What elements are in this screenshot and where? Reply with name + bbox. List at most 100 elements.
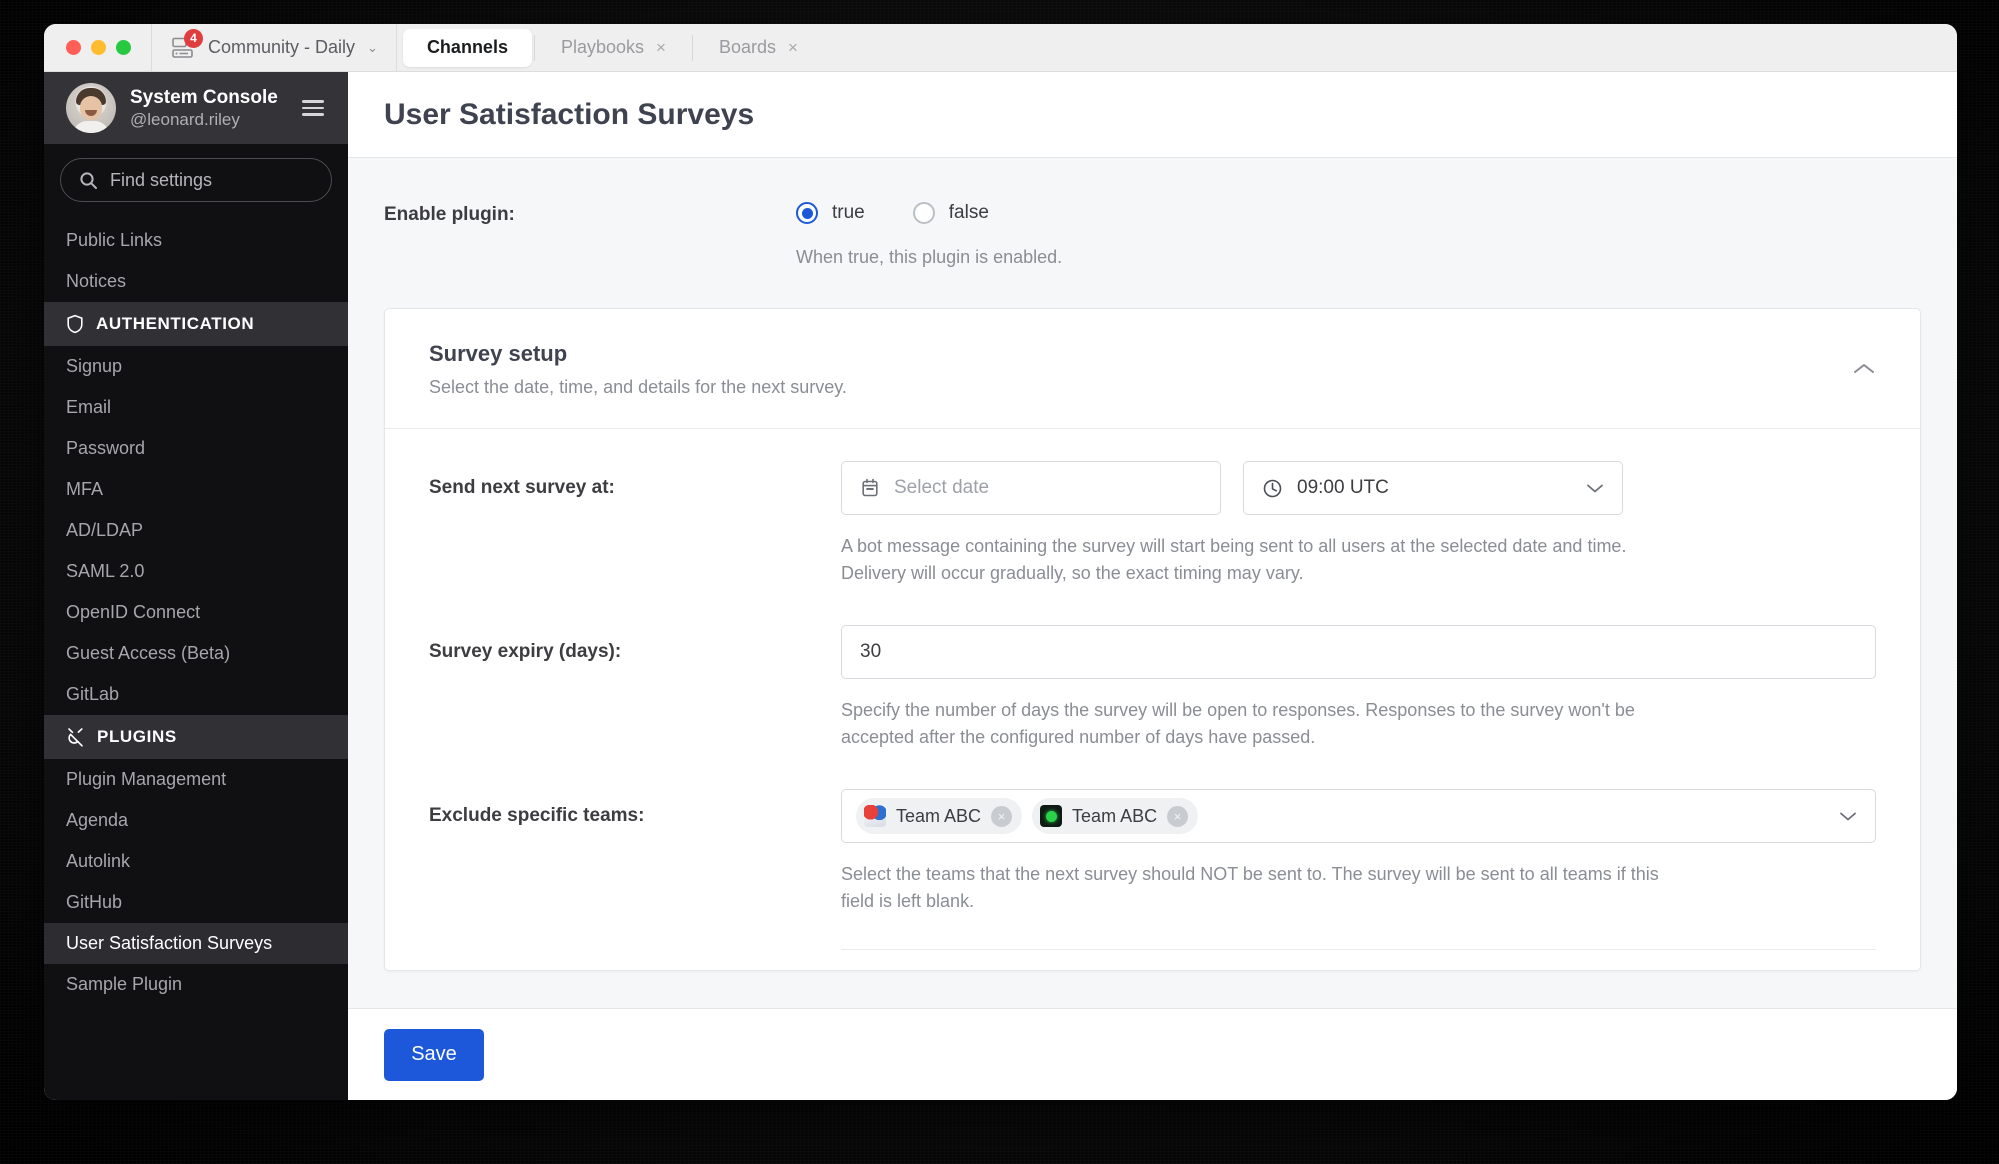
survey-setup-title: Survey setup bbox=[429, 341, 568, 367]
sidebar-item-notices[interactable]: Notices bbox=[44, 261, 348, 302]
save-button[interactable]: Save bbox=[384, 1028, 484, 1081]
enable-plugin-radio-true[interactable]: true bbox=[796, 202, 865, 224]
sidebar-item-agenda[interactable]: Agenda bbox=[44, 800, 348, 841]
sidebar-item-ad-ldap[interactable]: AD/LDAP bbox=[44, 510, 348, 551]
tab-label: Channels bbox=[426, 37, 508, 57]
survey-date-input[interactable]: Select date bbox=[841, 461, 1221, 516]
sidebar-item-mfa[interactable]: MFA bbox=[44, 469, 348, 510]
exclude-teams-row: Exclude specific teams: Team ABC × Team … bbox=[429, 789, 1876, 960]
survey-setup-card: Survey setup Select the date, time, and … bbox=[384, 308, 1921, 972]
sidebar-user-text: System Console @leonard.riley bbox=[130, 86, 282, 131]
sidebar-item-label: AD/LDAP bbox=[66, 520, 144, 540]
sidebar-item-label: Agenda bbox=[66, 810, 129, 830]
survey-expiry-field: 30 Specify the number of days the survey… bbox=[841, 625, 1876, 751]
server-icon: 4 bbox=[170, 28, 203, 61]
send-next-survey-row: Send next survey at: Select date 09:00 U… bbox=[429, 461, 1876, 597]
remove-team-chip-icon[interactable]: × bbox=[991, 805, 1013, 827]
remove-team-chip-icon[interactable]: × bbox=[1167, 805, 1189, 827]
send-next-survey-field: Select date 09:00 UTC A bot message cont… bbox=[841, 461, 1876, 587]
sidebar-item-label: Autolink bbox=[66, 851, 131, 871]
main-header: User Satisfaction Surveys bbox=[348, 72, 1957, 158]
enable-plugin-radio-group: true false bbox=[796, 202, 1921, 224]
team-chip-label: Team ABC bbox=[1072, 805, 1158, 826]
radio-button-icon bbox=[796, 202, 818, 224]
user-avatar[interactable] bbox=[66, 83, 116, 133]
sidebar-item-label: Plugin Management bbox=[66, 769, 227, 789]
window-traffic-lights bbox=[44, 24, 152, 71]
send-next-survey-help-text: A bot message containing the survey will… bbox=[841, 536, 1627, 584]
enable-plugin-controls: true false When true, this plugin is ena… bbox=[796, 202, 1921, 270]
title-bar: 4 Community - Daily ⌄ Channels Playbooks… bbox=[44, 24, 1957, 72]
sidebar-user-header: System Console @leonard.riley bbox=[44, 72, 348, 144]
sidebar-item-plugin-management[interactable]: Plugin Management bbox=[44, 759, 348, 800]
sidebar-item-label: MFA bbox=[66, 479, 104, 499]
settings-scroll-area[interactable]: Enable plugin: true false When true, thi… bbox=[348, 158, 1957, 1100]
sidebar-nav-list[interactable]: Public Links Notices AUTHENTICATION Sign… bbox=[44, 212, 348, 1100]
chevron-down-icon[interactable] bbox=[1586, 483, 1604, 494]
radio-label: false bbox=[948, 202, 989, 223]
shield-icon bbox=[66, 314, 84, 334]
sidebar-section-authentication[interactable]: AUTHENTICATION bbox=[44, 302, 348, 346]
survey-expiry-row: Survey expiry (days): 30 Specify the num… bbox=[429, 625, 1876, 761]
close-icon[interactable]: × bbox=[788, 38, 798, 58]
sidebar-item-label: Email bbox=[66, 397, 112, 417]
sidebar-item-sample-plugin[interactable]: Sample Plugin bbox=[44, 964, 348, 1005]
maximize-window-button[interactable] bbox=[116, 40, 131, 55]
tab-divider bbox=[691, 34, 693, 61]
hamburger-icon[interactable] bbox=[296, 94, 330, 122]
survey-setup-subtitle: Select the date, time, and details for t… bbox=[429, 377, 847, 398]
exclude-teams-multiselect[interactable]: Team ABC × Team ABC × bbox=[841, 789, 1876, 844]
sidebar-item-openid-connect[interactable]: OpenID Connect bbox=[44, 592, 348, 633]
sidebar-item-public-links[interactable]: Public Links bbox=[44, 220, 348, 261]
team-chip[interactable]: Team ABC × bbox=[856, 798, 1023, 835]
close-icon[interactable]: × bbox=[656, 38, 666, 58]
save-bar: Save bbox=[348, 1008, 1957, 1100]
tab-channels[interactable]: Channels bbox=[402, 28, 532, 67]
window-body: System Console @leonard.riley Find setti… bbox=[44, 72, 1957, 1100]
sidebar-item-github[interactable]: GitHub bbox=[44, 882, 348, 923]
sidebar-item-email[interactable]: Email bbox=[44, 387, 348, 428]
search-input[interactable]: Find settings bbox=[60, 158, 332, 202]
search-icon bbox=[79, 171, 98, 190]
survey-setup-card-body: Send next survey at: Select date 09:00 U… bbox=[385, 429, 1920, 970]
server-selector[interactable]: 4 Community - Daily ⌄ bbox=[152, 24, 397, 71]
sidebar-item-saml[interactable]: SAML 2.0 bbox=[44, 551, 348, 592]
chevron-down-icon[interactable] bbox=[1839, 811, 1857, 822]
sidebar-item-password[interactable]: Password bbox=[44, 428, 348, 469]
team-icon-green bbox=[1040, 805, 1063, 828]
survey-time-select[interactable]: 09:00 UTC bbox=[1243, 461, 1623, 516]
tab-playbooks[interactable]: Playbooks × bbox=[537, 29, 690, 67]
sidebar-section-label: PLUGINS bbox=[97, 727, 177, 746]
enable-plugin-radio-false[interactable]: false bbox=[912, 202, 989, 224]
tab-boards[interactable]: Boards × bbox=[695, 29, 822, 67]
sidebar-item-guest-access[interactable]: Guest Access (Beta) bbox=[44, 633, 348, 674]
tab-label: Boards bbox=[718, 37, 777, 57]
section-divider bbox=[841, 949, 1876, 951]
user-handle: @leonard.riley bbox=[130, 110, 240, 130]
tab-label: Playbooks bbox=[560, 37, 645, 57]
enable-plugin-row: Enable plugin: true false When true, thi… bbox=[384, 158, 1921, 270]
enable-plugin-help-text: When true, this plugin is enabled. bbox=[796, 247, 1063, 267]
team-chip[interactable]: Team ABC × bbox=[1032, 798, 1199, 835]
exclude-teams-field: Team ABC × Team ABC × Select the teams t… bbox=[841, 789, 1876, 951]
sidebar-section-label: AUTHENTICATION bbox=[96, 314, 255, 333]
sidebar-item-label: Password bbox=[66, 438, 146, 458]
sidebar-section-plugins[interactable]: PLUGINS bbox=[44, 715, 348, 759]
chevron-up-icon[interactable] bbox=[1852, 362, 1876, 376]
survey-expiry-input[interactable]: 30 bbox=[841, 625, 1876, 680]
minimize-window-button[interactable] bbox=[91, 40, 106, 55]
sidebar-item-user-satisfaction-surveys[interactable]: User Satisfaction Surveys bbox=[44, 923, 348, 964]
window-tabs: Channels Playbooks × Boards × bbox=[397, 24, 828, 71]
survey-setup-card-header[interactable]: Survey setup Select the date, time, and … bbox=[385, 309, 1920, 430]
plug-icon bbox=[66, 727, 85, 747]
team-icon-multicolor bbox=[864, 805, 886, 828]
close-window-button[interactable] bbox=[66, 40, 81, 55]
sidebar-item-label: GitHub bbox=[66, 892, 123, 912]
app-window: 4 Community - Daily ⌄ Channels Playbooks… bbox=[44, 24, 1957, 1100]
sidebar-item-autolink[interactable]: Autolink bbox=[44, 841, 348, 882]
main-panel: User Satisfaction Surveys Enable plugin:… bbox=[348, 72, 1957, 1100]
sidebar-item-label: Sample Plugin bbox=[66, 974, 183, 994]
sidebar-item-gitlab[interactable]: GitLab bbox=[44, 674, 348, 715]
page-title: User Satisfaction Surveys bbox=[384, 97, 755, 131]
sidebar-item-signup[interactable]: Signup bbox=[44, 346, 348, 387]
